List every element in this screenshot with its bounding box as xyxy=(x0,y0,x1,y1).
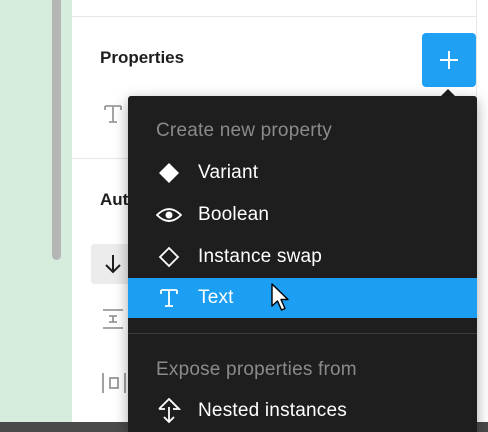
menu-item-instance-swap[interactable]: Instance swap xyxy=(128,237,477,277)
eye-icon xyxy=(156,202,182,228)
diamond-outline-icon xyxy=(156,244,182,270)
menu-header-create: Create new property xyxy=(156,120,332,141)
menu-item-variant[interactable]: Variant xyxy=(128,153,477,193)
menu-item-label: Boolean xyxy=(198,204,270,225)
menu-item-boolean[interactable]: Boolean xyxy=(128,195,477,235)
canvas-scrollbar[interactable] xyxy=(52,0,61,260)
diamond-filled-icon xyxy=(156,160,182,186)
mouse-cursor-icon xyxy=(271,283,289,311)
menu-item-label: Nested instances xyxy=(198,400,347,421)
nested-instances-icon xyxy=(156,397,182,424)
properties-section-title: Properties xyxy=(100,48,185,67)
add-property-button[interactable] xyxy=(422,33,476,87)
menu-item-text[interactable]: Text xyxy=(128,278,477,318)
text-icon xyxy=(156,285,182,311)
menu-item-label: Text xyxy=(198,287,234,308)
panel-edge xyxy=(476,0,488,432)
menu-item-nested-instances[interactable]: Nested instances xyxy=(128,391,477,431)
create-property-menu: Create new property Variant Boolean Inst… xyxy=(128,96,477,432)
plus-icon xyxy=(440,51,458,69)
arrow-down-icon xyxy=(105,255,121,274)
menu-separator xyxy=(128,333,477,334)
vertical-spacing-icon[interactable] xyxy=(100,307,126,331)
menu-item-label: Variant xyxy=(198,162,259,183)
section-divider xyxy=(72,16,476,17)
canvas-area[interactable] xyxy=(0,0,72,432)
auto-layout-section-title: Aut xyxy=(100,190,129,209)
menu-header-expose: Expose properties from xyxy=(156,359,357,380)
menu-item-label: Instance swap xyxy=(198,246,323,267)
text-icon xyxy=(104,105,122,123)
horizontal-padding-icon[interactable] xyxy=(100,370,128,396)
